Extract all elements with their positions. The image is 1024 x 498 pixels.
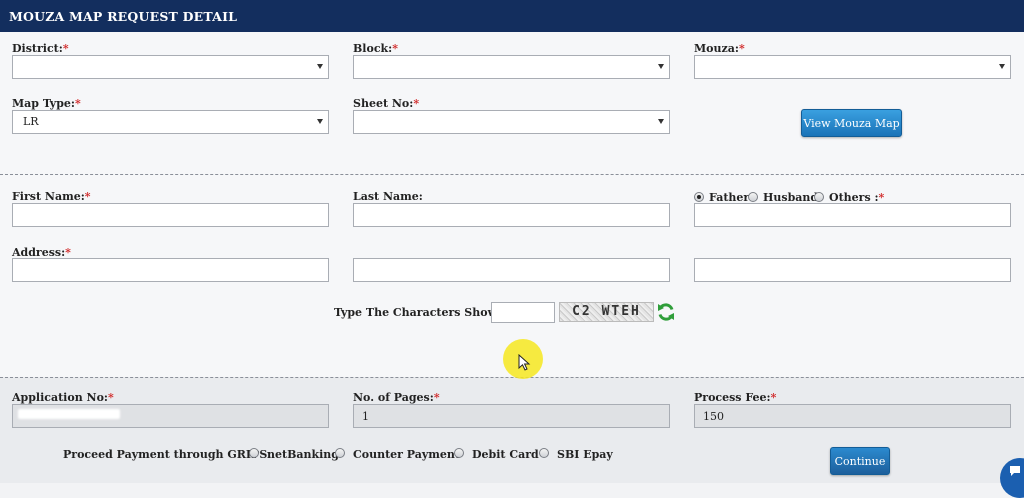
section-divider — [0, 377, 1024, 378]
captcha-label: Type The Characters Shown:* — [334, 306, 515, 319]
mouse-pointer-icon — [518, 354, 531, 371]
view-mouza-map-button[interactable]: View Mouza Map — [801, 109, 902, 137]
continue-button[interactable]: Continue — [830, 447, 890, 475]
last-name-label: Last Name: — [353, 190, 423, 203]
pages-field: 1 — [353, 404, 670, 428]
block-select[interactable] — [353, 55, 670, 79]
chevron-down-icon — [658, 64, 664, 69]
payment-label-sbi-epay: SBI Epay — [557, 448, 613, 461]
guardian-name-input[interactable] — [694, 203, 1011, 227]
page-title: MOUZA MAP REQUEST DETAIL — [9, 9, 238, 24]
district-select[interactable] — [12, 55, 329, 79]
chevron-down-icon — [317, 64, 323, 69]
block-label: Block:* — [353, 42, 398, 55]
location-panel — [0, 32, 1024, 174]
relation-radio-husband[interactable] — [748, 192, 758, 202]
captcha-image: C2 WTEH — [559, 302, 654, 322]
chevron-down-icon — [999, 64, 1005, 69]
payment-label: Proceed Payment through GRIPS: — [63, 448, 272, 461]
payment-label-netbanking: netBanking — [267, 448, 339, 461]
relation-radio-father[interactable] — [694, 192, 704, 202]
first-name-input[interactable] — [12, 203, 329, 227]
sheet-no-label: Sheet No:* — [353, 97, 420, 110]
mouza-label: Mouza:* — [694, 42, 745, 55]
pages-label: No. of Pages:* — [353, 391, 440, 404]
payment-radio-sbi-epay[interactable] — [539, 448, 549, 458]
address-line2-input[interactable] — [353, 258, 670, 282]
payment-radio-netbanking[interactable] — [249, 448, 259, 458]
process-fee-label: Process Fee:* — [694, 391, 777, 404]
map-type-label: Map Type:* — [12, 97, 81, 110]
relation-radio-others[interactable] — [814, 192, 824, 202]
district-label: District:* — [12, 42, 69, 55]
first-name-label: First Name:* — [12, 190, 91, 203]
chevron-down-icon — [317, 119, 323, 124]
address-line3-input[interactable] — [694, 258, 1011, 282]
address-line1-input[interactable] — [12, 258, 329, 282]
section-divider — [0, 174, 1024, 175]
sheet-no-select[interactable] — [353, 110, 670, 134]
chevron-down-icon — [658, 119, 664, 124]
last-name-input[interactable] — [353, 203, 670, 227]
redacted-value — [18, 409, 120, 419]
payment-radio-counter[interactable] — [335, 448, 345, 458]
payment-label-debit-card: Debit Card — [472, 448, 539, 461]
mouza-select[interactable] — [694, 55, 1011, 79]
captcha-input[interactable] — [491, 302, 555, 323]
map-type-select[interactable]: LR — [12, 110, 329, 134]
payment-radio-debit-card[interactable] — [454, 448, 464, 458]
page-header: MOUZA MAP REQUEST DETAIL — [0, 0, 1024, 32]
map-type-value: LR — [23, 115, 39, 128]
refresh-icon[interactable] — [656, 302, 676, 322]
application-no-label: Application No:* — [12, 391, 114, 404]
payment-label-counter: Counter Payment — [353, 448, 461, 461]
process-fee-field: 150 — [694, 404, 1011, 428]
